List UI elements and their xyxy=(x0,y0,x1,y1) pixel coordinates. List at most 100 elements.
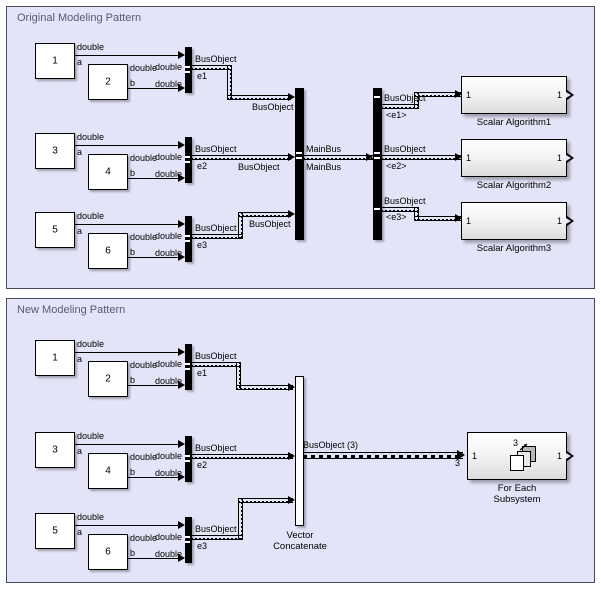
constant-block-4[interactable]: 4 xyxy=(88,154,128,190)
bus-creator-port xyxy=(185,235,190,237)
arrowhead xyxy=(178,440,185,448)
arrowhead xyxy=(288,383,295,391)
signal-label-double: double xyxy=(77,42,105,52)
bus-wire-e3-new xyxy=(191,535,243,540)
input-port-number: 1 xyxy=(466,216,472,226)
bus-creator-port xyxy=(185,541,190,543)
signal-label-b: b xyxy=(130,247,136,257)
constant-block-6[interactable]: 6 xyxy=(88,233,128,269)
constant-block-2[interactable]: 2 xyxy=(88,64,128,100)
signal-label-double: double xyxy=(155,359,183,369)
signal-label-b: b xyxy=(130,467,136,477)
constant-block-6-new[interactable]: 6 xyxy=(88,534,128,570)
constant-value: 5 xyxy=(52,525,58,537)
constant-value: 4 xyxy=(105,166,111,178)
bus-selector-port xyxy=(374,96,380,98)
wire-const3-to-buscreator-new xyxy=(75,444,179,445)
bus-wire-e3-into-mainbus xyxy=(238,212,291,217)
signal-label-double: double xyxy=(130,153,158,163)
constant-block-1-new[interactable]: 1 xyxy=(35,340,75,376)
wire-const1-to-buscreator xyxy=(75,55,179,56)
output-port-number: 1 xyxy=(556,216,562,226)
signal-label-double: double xyxy=(77,512,105,522)
constant-block-2-new[interactable]: 2 xyxy=(88,361,128,397)
bus-creator-port xyxy=(185,460,190,462)
signal-label-double: double xyxy=(77,339,105,349)
signal-label-e3: e3 xyxy=(197,240,208,250)
bus-creator-port xyxy=(185,536,190,538)
wire-const1-to-buscreator-new xyxy=(75,352,179,353)
for-each-subsystem-block[interactable]: 1 1 3 xyxy=(467,432,567,480)
diagram-canvas: Original Modeling Pattern 1 2 double a d… xyxy=(0,0,601,590)
bus-creator-block-1-new[interactable] xyxy=(185,344,192,390)
bus-selector-block[interactable] xyxy=(373,88,382,240)
bus-creator-block-3[interactable] xyxy=(185,216,192,262)
vector-concatenate-block[interactable] xyxy=(295,376,304,526)
constant-block-5-new[interactable]: 5 xyxy=(35,513,75,549)
scalar-algorithm-3-block[interactable]: 1 1 xyxy=(461,202,567,240)
signal-label-select-e1: <e1> xyxy=(386,110,407,120)
signal-label-double: double xyxy=(130,63,158,73)
output-port-number: 1 xyxy=(556,90,562,100)
arrowhead xyxy=(288,496,295,504)
signal-label-mainbus: MainBus xyxy=(306,144,342,154)
wire-const4-to-buscreator xyxy=(128,178,179,179)
output-port-number: 1 xyxy=(556,153,562,163)
for-each-subsystem-label-line2: Subsystem xyxy=(493,494,541,505)
bus-wire-e3 xyxy=(191,234,243,239)
main-bus-creator-block[interactable] xyxy=(295,88,304,240)
signal-label-busobject: BusObject xyxy=(384,196,426,206)
main-bus-creator-port xyxy=(296,152,302,154)
constant-block-3[interactable]: 3 xyxy=(35,133,75,169)
output-port-arrow xyxy=(566,451,574,461)
signal-label-double: double xyxy=(130,452,158,462)
signal-label-double: double xyxy=(130,360,158,370)
signal-label-busobject: BusObject xyxy=(195,223,237,233)
bus-wire-e2-into-mainbus xyxy=(191,155,291,160)
constant-block-1[interactable]: 1 xyxy=(35,43,75,79)
vector-concatenate-label-line2: Concatenate xyxy=(273,541,327,552)
constant-value: 6 xyxy=(105,245,111,257)
arrowhead xyxy=(366,153,373,161)
arrowhead xyxy=(178,141,185,149)
output-port-arrow xyxy=(566,90,574,100)
bus-wire-mainbus xyxy=(303,155,373,160)
wire-const4-to-buscreator-new xyxy=(128,477,179,478)
signal-label-double: double xyxy=(130,232,158,242)
scalar-algorithm-1-label: Scalar Algorithm1 xyxy=(476,117,552,128)
for-each-stacked-blocks-icon: 3 xyxy=(504,438,546,475)
signal-label-e3: e3 xyxy=(197,541,208,551)
bus-creator-block-2[interactable] xyxy=(185,137,192,183)
signal-label-busobject: BusObject xyxy=(195,144,237,154)
constant-block-5[interactable]: 5 xyxy=(35,212,75,248)
signal-label-double: double xyxy=(155,62,183,72)
wire-const2-to-buscreator-new xyxy=(128,385,179,386)
constant-value: 4 xyxy=(105,465,111,477)
arrowhead xyxy=(178,51,185,59)
constant-block-4-new[interactable]: 4 xyxy=(88,453,128,489)
signal-label-busobject: BusObject xyxy=(195,54,237,64)
constant-block-3-new[interactable]: 3 xyxy=(35,432,75,468)
bus-creator-block-2-new[interactable] xyxy=(185,436,192,482)
bus-creator-block-1[interactable] xyxy=(185,47,192,93)
scalar-algorithm-2-block[interactable]: 1 1 xyxy=(461,139,567,177)
wire-const3-to-buscreator xyxy=(75,145,179,146)
signal-label-double: double xyxy=(77,431,105,441)
signal-label-b: b xyxy=(130,548,136,558)
signal-label-busobject-vector: BusObject (3) xyxy=(303,440,359,450)
signal-label-e2: e2 xyxy=(197,460,208,470)
constant-value: 2 xyxy=(105,76,111,88)
output-port-arrow xyxy=(566,153,574,163)
bus-creator-block-3-new[interactable] xyxy=(185,517,192,563)
icon-count-label: 3 xyxy=(513,438,519,448)
signal-label-e1: e1 xyxy=(197,368,208,378)
bus-wire-e2-to-concat xyxy=(191,454,293,459)
constant-value: 2 xyxy=(105,373,111,385)
signal-label-b: b xyxy=(130,78,136,88)
input-port-number: 1 xyxy=(472,451,478,461)
arrowhead xyxy=(178,220,185,228)
signal-label-width-3: 3 xyxy=(455,458,461,468)
arrowhead xyxy=(288,153,295,161)
scalar-algorithm-1-block[interactable]: 1 1 xyxy=(461,76,567,114)
signal-label-busobject: BusObject xyxy=(252,102,294,112)
